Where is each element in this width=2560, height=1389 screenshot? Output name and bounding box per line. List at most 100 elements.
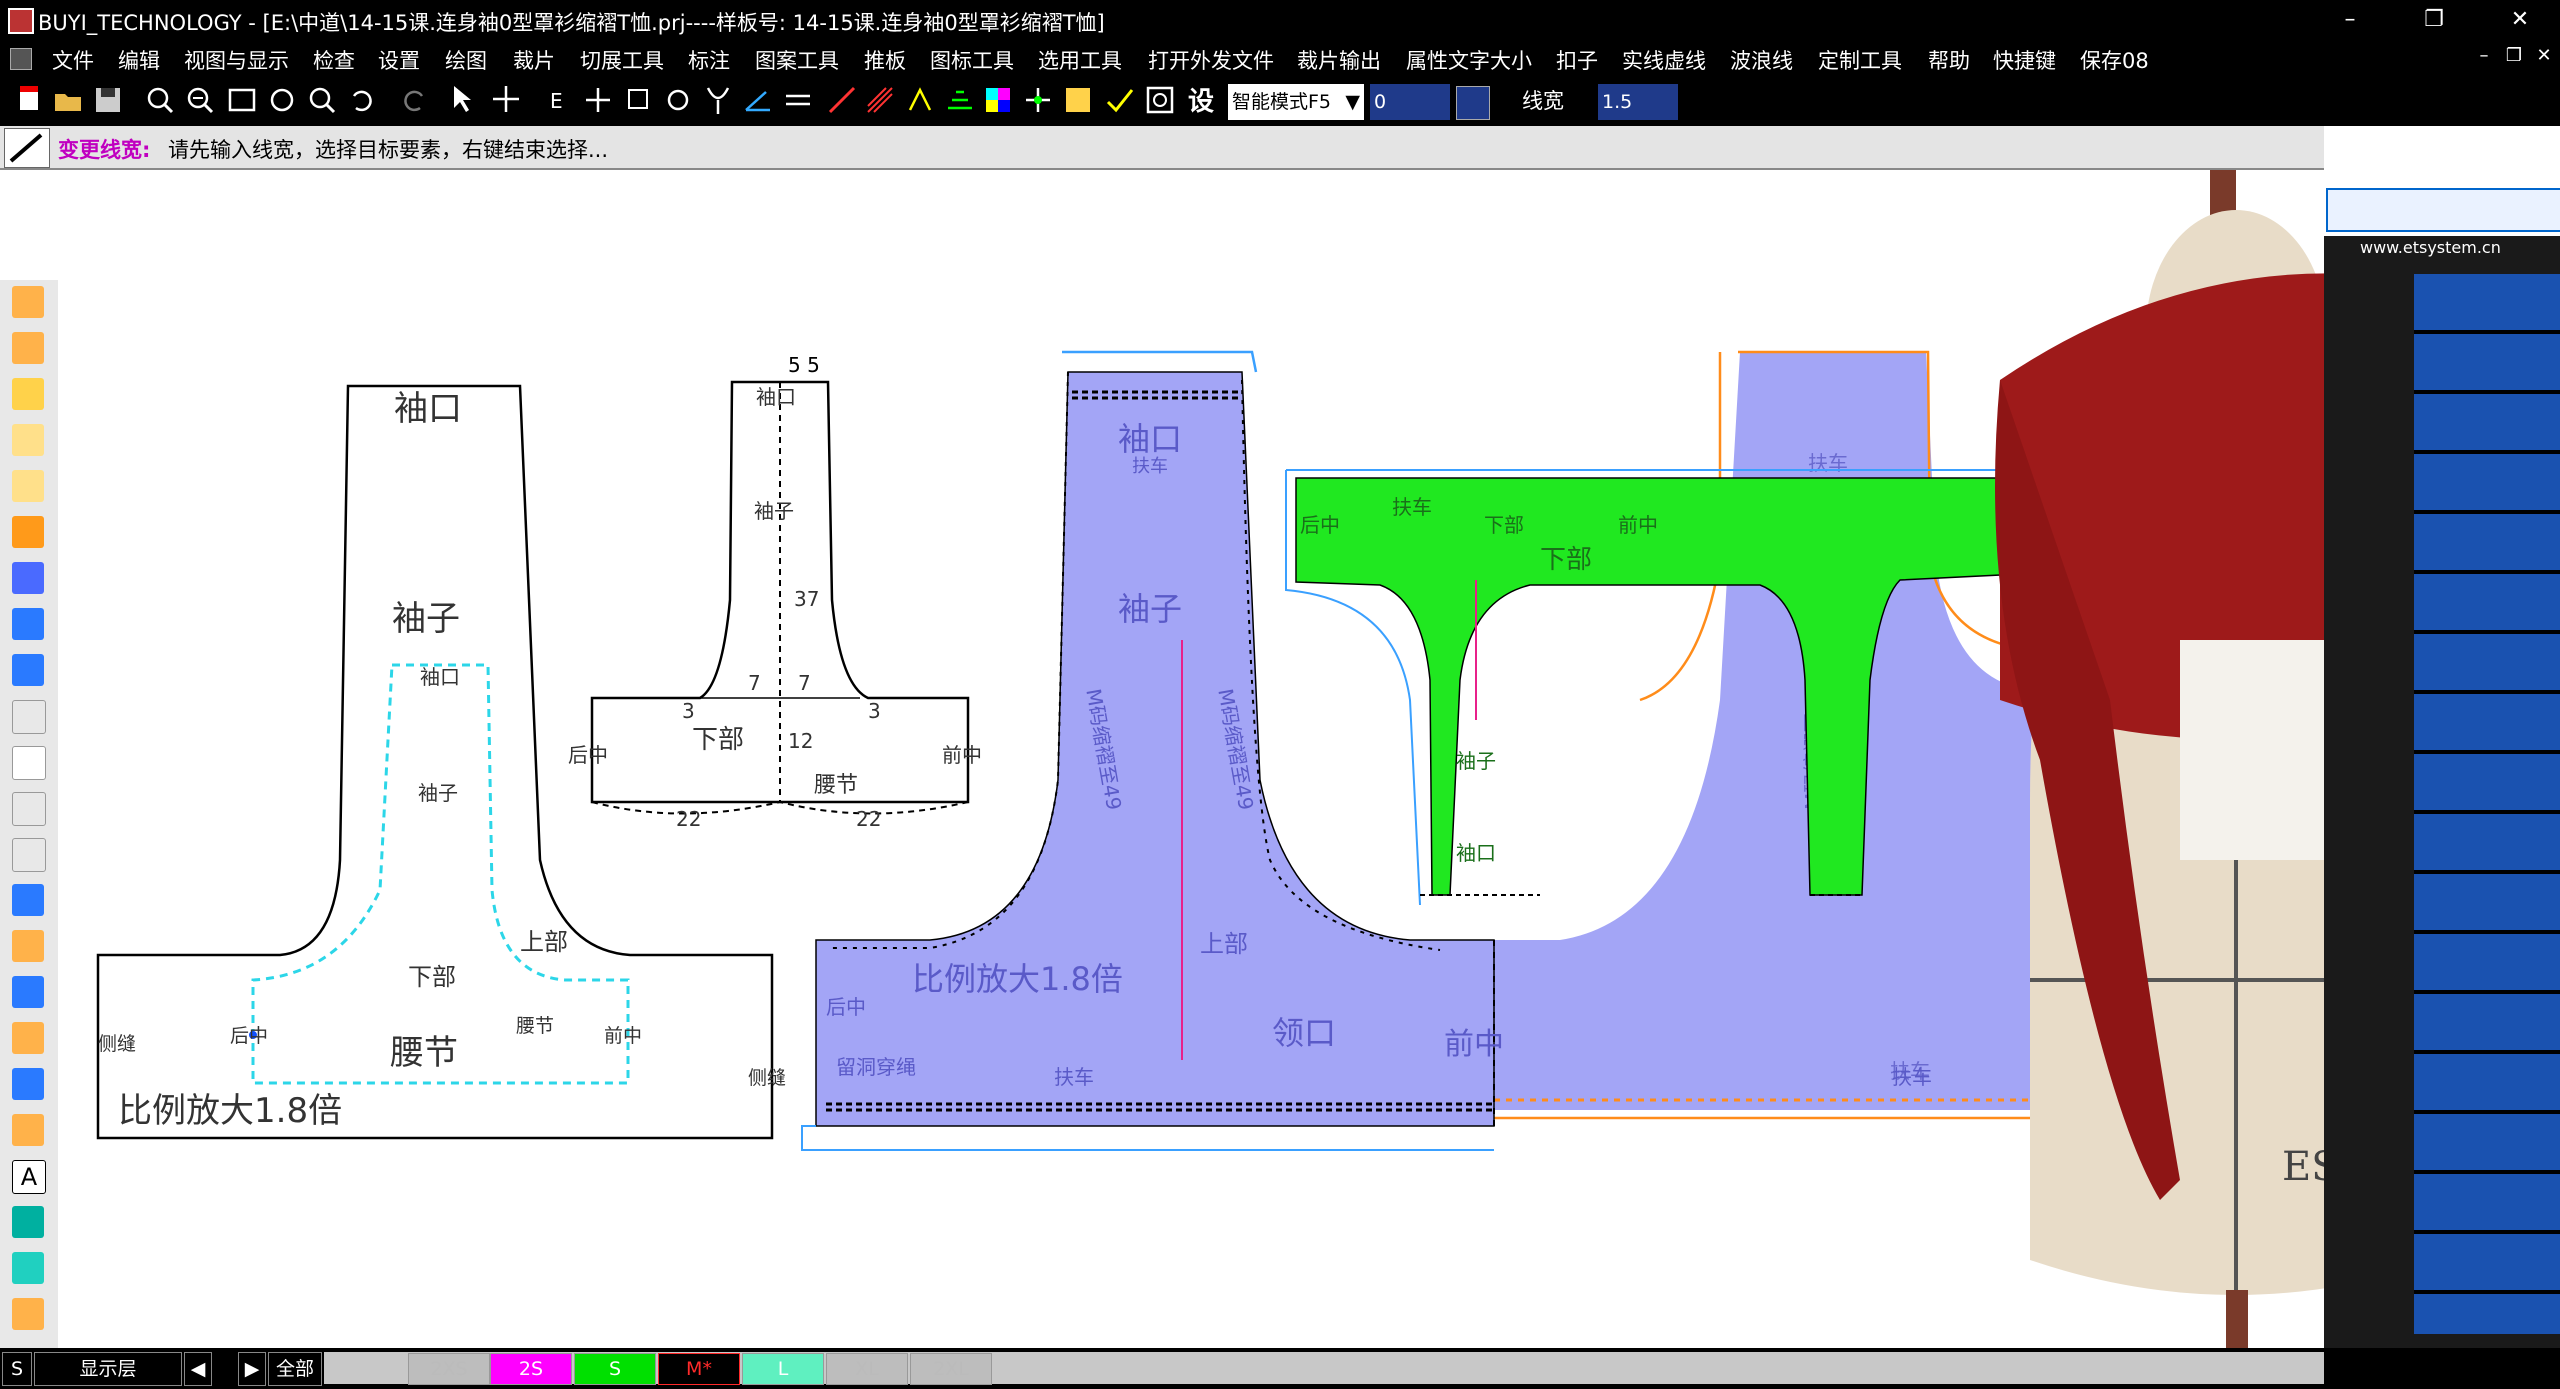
zoom-in-icon[interactable] (184, 82, 216, 118)
menu-draw[interactable]: 绘图 (445, 45, 487, 75)
text-tool-icon[interactable]: A (12, 1160, 46, 1194)
tool-23-icon[interactable] (904, 82, 936, 118)
value-input[interactable]: 0 (1370, 84, 1450, 120)
mdi-restore-icon[interactable]: ❐ (2500, 42, 2528, 70)
menu-shortcuts[interactable]: 快捷键 (1993, 45, 2056, 75)
menu-buttons[interactable]: 扣子 (1556, 45, 1598, 75)
split-line-icon[interactable] (12, 470, 44, 502)
menu-select-tools[interactable]: 选用工具 (1038, 45, 1122, 75)
display-layer-button[interactable]: 显示层 (34, 1352, 182, 1386)
tool-27-icon[interactable] (1062, 82, 1094, 118)
parallel-icon[interactable] (782, 82, 814, 118)
menu-settings[interactable]: 设置 (378, 45, 420, 75)
slope-icon[interactable] (12, 792, 46, 826)
menu-pattern-tools[interactable]: 图案工具 (755, 45, 839, 75)
size-2xl[interactable]: 2XL (910, 1353, 992, 1385)
fit-window-icon[interactable] (226, 82, 258, 118)
shape-fill-icon[interactable] (12, 1252, 44, 1284)
inner-rect-icon[interactable] (12, 562, 44, 594)
pattern-small-draft[interactable]: 5 5 袖口 袖子 37 7 7 3 3 下部 12 后中 腰节 前中 22 2… (568, 353, 982, 831)
menu-file[interactable]: 文件 (52, 45, 94, 75)
redo-icon[interactable] (398, 82, 430, 118)
tool-28-icon[interactable] (1104, 82, 1136, 118)
rect-corner-icon[interactable] (12, 424, 44, 456)
mode-select[interactable]: 智能模式F5 ▼ (1228, 84, 1364, 120)
size-xl[interactable]: XL (826, 1353, 908, 1385)
menu-open-external[interactable]: 打开外发文件 (1148, 45, 1274, 75)
menu-help[interactable]: 帮助 (1928, 45, 1970, 75)
size-2xs[interactable]: 2XS (408, 1353, 490, 1385)
color-fill-icon[interactable] (12, 1206, 44, 1238)
rotate-icon[interactable] (662, 82, 694, 118)
save-icon[interactable] (92, 82, 124, 118)
size-l[interactable]: L (742, 1353, 824, 1385)
tool-26-icon[interactable] (1022, 82, 1054, 118)
help-icon[interactable] (12, 608, 44, 640)
cut-icon[interactable] (826, 82, 858, 118)
dart-fill-icon[interactable] (12, 976, 44, 1008)
size-m[interactable]: M* (658, 1353, 740, 1385)
menu-save08[interactable]: 保存08 (2080, 45, 2149, 75)
menu-icon-tools[interactable]: 图标工具 (930, 45, 1014, 75)
size-2s[interactable]: 2S (490, 1353, 572, 1385)
piece-fill-icon[interactable] (12, 1298, 44, 1330)
mdi-close-icon[interactable]: ✕ (2530, 42, 2558, 70)
calc-icon[interactable] (12, 838, 46, 872)
mdi-minimize-icon[interactable]: – (2470, 42, 2498, 70)
line-icon[interactable] (742, 82, 774, 118)
grid-tool-icon[interactable] (12, 884, 44, 916)
undo-icon[interactable] (346, 82, 378, 118)
menu-grading[interactable]: 推板 (864, 45, 906, 75)
shape-icon[interactable] (12, 654, 44, 686)
pattern-large[interactable]: 袖口 袖子 袖口 袖子 下部 上部 后中 腰节 前中 侧缝 腰节 比例放大1.8… (96, 384, 774, 1140)
pleat-icon[interactable] (12, 1022, 44, 1054)
measure-icon[interactable] (12, 700, 46, 734)
scroll-right-icon[interactable]: ▶ (238, 1352, 266, 1386)
menu-annotate[interactable]: 标注 (688, 45, 730, 75)
ruler-icon[interactable] (2326, 188, 2560, 232)
pan-hand-icon[interactable] (266, 82, 298, 118)
minimize-icon[interactable]: – (2320, 4, 2380, 36)
draw-arc-icon[interactable] (12, 332, 44, 364)
line-tool-icon[interactable] (12, 378, 44, 410)
menu-piece-output[interactable]: 裁片输出 (1297, 45, 1381, 75)
rectangle-icon[interactable] (12, 516, 44, 548)
line-width-input[interactable]: 1.5 (1598, 84, 1678, 120)
apply-icon[interactable] (1456, 86, 1490, 120)
seam-icon[interactable] (12, 1068, 44, 1100)
tool-13-icon[interactable]: E (542, 82, 574, 118)
scroll-left-icon[interactable]: ◀ (184, 1352, 212, 1386)
menu-pieces[interactable]: 裁片 (513, 45, 555, 75)
settings-icon[interactable]: 设 (1186, 82, 1218, 118)
menu-edit[interactable]: 编辑 (118, 45, 160, 75)
fork-icon[interactable] (702, 82, 734, 118)
plus-icon[interactable] (582, 82, 614, 118)
tool-15-icon[interactable] (622, 82, 654, 118)
color-palette-icon[interactable] (982, 82, 1014, 118)
zoom-out-icon[interactable] (144, 82, 176, 118)
tool-29-icon[interactable] (1144, 82, 1176, 118)
dart-icon[interactable] (12, 930, 44, 962)
draw-curve-icon[interactable] (12, 286, 44, 318)
restore-icon[interactable]: ❐ (2404, 4, 2464, 36)
menu-solid-dashed[interactable]: 实线虚线 (1622, 45, 1706, 75)
zoom-region-icon[interactable] (306, 82, 338, 118)
all-sizes-button[interactable]: 全部 (268, 1352, 322, 1386)
menu-slash-spread[interactable]: 切展工具 (580, 45, 664, 75)
move-icon[interactable] (490, 82, 522, 118)
menu-view[interactable]: 视图与显示 (184, 45, 289, 75)
size-s[interactable]: S (574, 1353, 656, 1385)
menu-wavy-line[interactable]: 波浪线 (1730, 45, 1793, 75)
tool-24-icon[interactable] (944, 82, 976, 118)
new-file-icon[interactable] (14, 82, 46, 118)
select-arrow-icon[interactable] (448, 82, 480, 118)
layer-s-button[interactable]: S (2, 1352, 32, 1386)
open-folder-icon[interactable] (52, 82, 84, 118)
hatch-icon[interactable] (864, 82, 896, 118)
close-icon[interactable]: ✕ (2490, 4, 2550, 36)
drawing-canvas[interactable]: 袖口 袖子 袖口 袖子 下部 上部 后中 腰节 前中 侧缝 腰节 比例放大1.8… (0, 170, 2560, 1350)
curve-length-icon[interactable] (12, 746, 46, 780)
menu-attr-text-size[interactable]: 属性文字大小 (1406, 45, 1532, 75)
menu-check[interactable]: 检查 (313, 45, 355, 75)
hatch-lines-icon[interactable] (12, 1114, 44, 1146)
